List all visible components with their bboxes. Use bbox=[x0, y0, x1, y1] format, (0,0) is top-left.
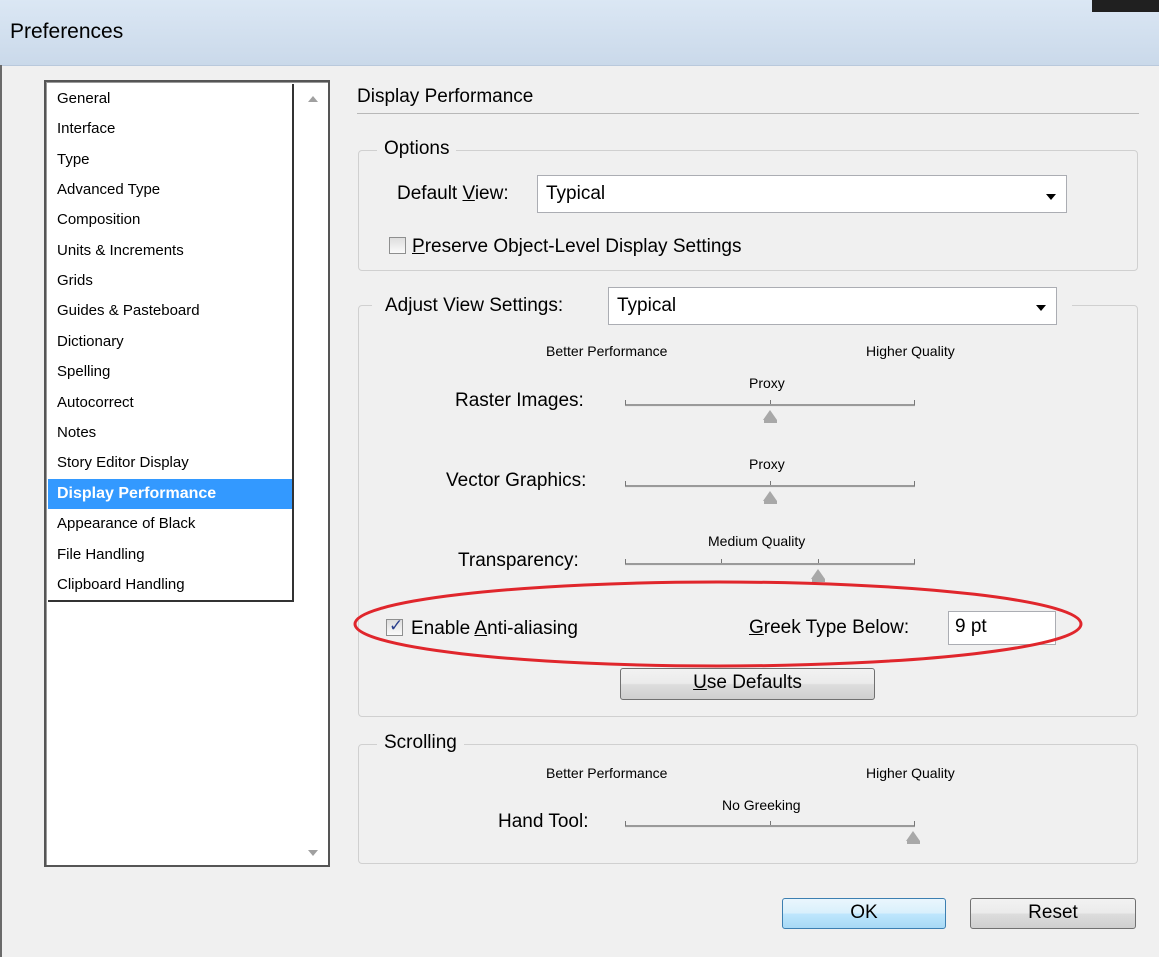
sidebar-item-story-editor-display[interactable]: Story Editor Display bbox=[48, 448, 292, 478]
vector-graphics-slider-thumb[interactable] bbox=[763, 491, 777, 501]
category-list[interactable]: General Interface Type Advanced Type Com… bbox=[44, 80, 330, 867]
chevron-down-icon[interactable] bbox=[1036, 305, 1046, 311]
better-performance-label: Better Performance bbox=[546, 343, 668, 359]
raster-images-slider-thumb[interactable] bbox=[763, 410, 777, 420]
heading-divider bbox=[357, 113, 1139, 114]
reset-button[interactable]: Reset bbox=[970, 898, 1136, 929]
transparency-value: Medium Quality bbox=[708, 533, 806, 549]
slider-thumb-base bbox=[764, 420, 777, 423]
default-view-label: Default View: bbox=[397, 183, 509, 204]
chevron-down-icon[interactable] bbox=[1046, 194, 1056, 200]
title-bar bbox=[0, 0, 1159, 66]
sidebar-item-interface[interactable]: Interface bbox=[48, 114, 292, 144]
slider-tick bbox=[818, 559, 819, 563]
scroll-up-arrow-icon[interactable] bbox=[308, 96, 318, 102]
sidebar-item-spelling[interactable]: Spelling bbox=[48, 357, 292, 387]
sidebar-item-general[interactable]: General bbox=[48, 84, 292, 114]
slider-tick bbox=[625, 559, 626, 564]
vector-graphics-label: Vector Graphics: bbox=[446, 470, 587, 491]
sidebar-item-autocorrect[interactable]: Autocorrect bbox=[48, 388, 292, 418]
slider-tick bbox=[625, 481, 626, 486]
adjust-view-label: Adjust View Settings: bbox=[385, 295, 564, 316]
scroll-down-arrow-icon[interactable] bbox=[308, 850, 318, 856]
window-edge bbox=[0, 65, 2, 957]
sidebar-item-display-performance[interactable]: Display Performance bbox=[48, 479, 292, 509]
window-title: Preferences bbox=[10, 20, 124, 43]
default-view-value: Typical bbox=[546, 183, 606, 204]
sidebar-item-advanced-type[interactable]: Advanced Type bbox=[48, 175, 292, 205]
sidebar-item-units-increments[interactable]: Units & Increments bbox=[48, 236, 292, 266]
category-list-items: General Interface Type Advanced Type Com… bbox=[48, 84, 294, 602]
slider-tick bbox=[770, 400, 771, 404]
sidebar-item-appearance-of-black[interactable]: Appearance of Black bbox=[48, 509, 292, 539]
sidebar-item-file-handling[interactable]: File Handling bbox=[48, 540, 292, 570]
vector-graphics-slider-track[interactable] bbox=[625, 485, 915, 488]
slider-thumb-base bbox=[907, 841, 920, 844]
slider-tick bbox=[914, 559, 915, 564]
scroll-better-performance-label: Better Performance bbox=[546, 765, 668, 781]
transparency-slider-track[interactable] bbox=[625, 563, 915, 566]
sidebar-item-composition[interactable]: Composition bbox=[48, 205, 292, 235]
slider-tick bbox=[914, 481, 915, 486]
slider-tick bbox=[914, 400, 915, 405]
hand-tool-label: Hand Tool: bbox=[498, 811, 589, 832]
hand-tool-slider-thumb[interactable] bbox=[906, 831, 920, 841]
sidebar-item-guides-pasteboard[interactable]: Guides & Pasteboard bbox=[48, 296, 292, 326]
slider-thumb-base bbox=[764, 501, 777, 504]
scroll-higher-quality-label: Higher Quality bbox=[866, 765, 955, 781]
sidebar-item-type[interactable]: Type bbox=[48, 145, 292, 175]
preserve-settings-label: Preserve Object-Level Display Settings bbox=[412, 236, 742, 257]
hand-tool-slider-track[interactable] bbox=[625, 825, 915, 828]
hand-tool-value: No Greeking bbox=[722, 797, 801, 813]
scrolling-group-label: Scrolling bbox=[377, 732, 464, 754]
panel-title: Display Performance bbox=[357, 86, 534, 107]
slider-tick bbox=[914, 821, 915, 826]
transparency-label: Transparency: bbox=[458, 550, 579, 571]
preserve-settings-checkbox[interactable] bbox=[389, 237, 406, 254]
ok-button[interactable]: OK bbox=[782, 898, 946, 929]
raster-images-value: Proxy bbox=[749, 375, 785, 391]
options-group-label: Options bbox=[377, 138, 457, 160]
slider-tick bbox=[770, 821, 771, 825]
title-corner bbox=[1092, 0, 1159, 12]
slider-tick bbox=[721, 559, 722, 563]
sidebar-item-grids[interactable]: Grids bbox=[48, 266, 292, 296]
raster-images-label: Raster Images: bbox=[455, 390, 584, 411]
sidebar-item-dictionary[interactable]: Dictionary bbox=[48, 327, 292, 357]
sidebar-item-notes[interactable]: Notes bbox=[48, 418, 292, 448]
slider-tick bbox=[625, 821, 626, 826]
slider-tick bbox=[625, 400, 626, 405]
adjust-view-select[interactable]: Typical bbox=[608, 287, 1057, 325]
default-view-select[interactable]: Typical bbox=[537, 175, 1067, 213]
raster-images-slider-track[interactable] bbox=[625, 404, 915, 407]
annotation-ellipse bbox=[353, 580, 1083, 668]
slider-tick bbox=[770, 481, 771, 485]
higher-quality-label: Higher Quality bbox=[866, 343, 955, 359]
sidebar-item-clipboard-handling[interactable]: Clipboard Handling bbox=[48, 570, 292, 600]
use-defaults-button[interactable]: Use Defaults bbox=[620, 668, 875, 700]
adjust-view-value: Typical bbox=[617, 295, 677, 316]
vector-graphics-value: Proxy bbox=[749, 456, 785, 472]
